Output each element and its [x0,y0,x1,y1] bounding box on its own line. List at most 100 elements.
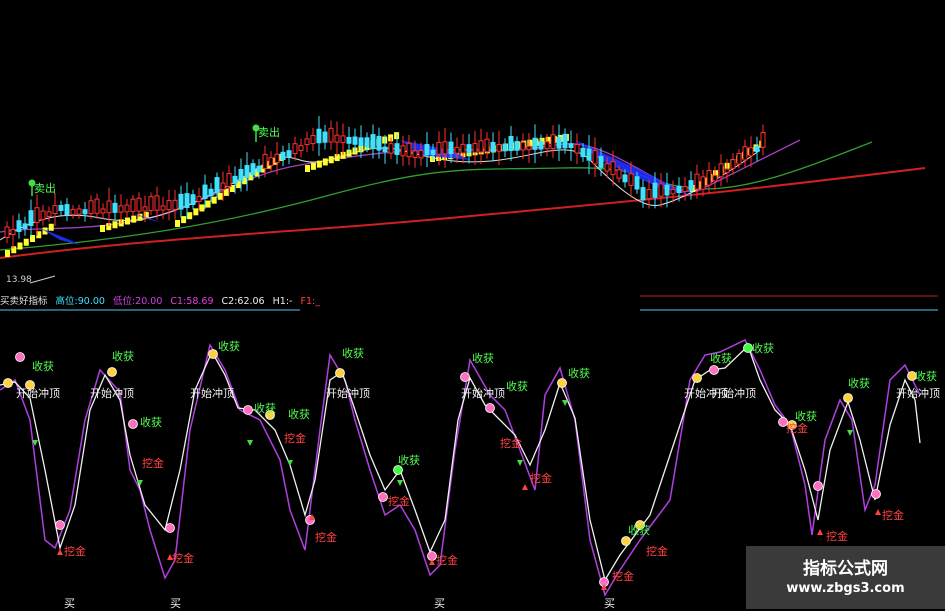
candle-body [532,137,538,150]
candle-body [490,141,496,152]
candle-body [760,131,766,148]
dig-gold-label: 挖金 [172,552,194,565]
harvest-label: 收获 [915,370,937,383]
start-top-label: 开始冲顶 [16,387,60,400]
harvest-label: 收获 [254,402,276,415]
harvest-label: 收获 [628,524,650,537]
signal-dot [692,373,702,383]
ribbon-block [125,217,130,225]
signal-dot [871,489,881,499]
ribbon-block [112,221,118,229]
watermark-url: www.zbgs3.com [786,581,905,596]
dig-gold-label: 挖金 [530,472,552,485]
candle-body [394,143,400,156]
start-top-label: 开始冲顶 [90,387,134,400]
candle-body [64,204,70,216]
candle-body [682,186,688,192]
candle-body [364,137,370,148]
candle-body [586,148,592,161]
candle-body [154,195,160,211]
start-top-label: 开始冲顶 [190,387,234,400]
signal-dot [843,393,853,403]
low-price-label: 13.98 [6,275,32,285]
candle-body [544,141,550,150]
dig-gold-label: 挖金 [500,437,522,450]
signal-dot [813,481,823,491]
sell-label-2: 卖出 [258,126,280,139]
candle-body [346,136,352,144]
candle-body [676,185,682,194]
signal-dot [243,405,253,415]
harvest-label: 收获 [288,408,310,421]
ribbon-block [17,242,23,250]
harvest-label: 收获 [32,360,54,373]
candle-body [622,174,628,183]
candle-body [748,147,754,157]
candle-body [370,134,376,149]
candle-body [160,205,166,211]
candle-body [604,163,610,172]
candle-body [322,131,328,143]
candle-body [520,141,526,151]
ribbon-block [11,246,17,254]
candle-body [634,176,640,190]
signal-dot [709,365,719,375]
candle-body [298,145,304,151]
ribbon-block [328,156,334,164]
candle-body [664,184,670,196]
candle-body [568,143,574,149]
signal-dot [485,403,495,413]
candle-body [448,141,454,155]
signal-dot [107,367,117,377]
candle-body [514,141,520,151]
indicator-name[interactable]: 买卖好指标 [0,296,48,307]
candle-body [202,184,208,200]
candle-body [124,204,130,213]
dig-gold-label: 挖金 [786,422,808,435]
candle-body [328,127,334,143]
candle-body [706,169,712,186]
candle-body [250,163,256,175]
ribbon-block [48,223,54,231]
candle-body [496,144,502,152]
candle-body [712,175,718,182]
candle-body [130,198,136,212]
candle-body [208,188,214,196]
ribbon-block [100,225,105,232]
candle-body [388,143,394,154]
candle-body [136,197,142,212]
dig-gold-label: 挖金 [64,545,86,558]
ribbon-blue-area [40,228,80,245]
indicator-high: 高位:90.00 [55,296,105,307]
up-arrow-icon [875,509,881,515]
candle-body [280,151,286,161]
ribbon-block [181,216,187,224]
low-price-arrow [29,275,56,284]
candle-body [412,150,418,158]
down-arrow-icon [517,460,523,466]
candle-body [166,200,172,211]
harvest-label: 收获 [472,352,494,365]
ribbon-block [527,139,533,147]
candle-body [724,168,730,174]
indicator-c2: C2:62.06 [221,296,265,307]
candle-body [640,187,646,201]
candle-body [742,146,748,161]
signal-dot [378,492,388,502]
candle-body [658,183,664,197]
signal-dot [208,349,218,359]
candle-body [184,193,190,208]
candle-body [616,169,622,179]
candle-body [310,134,316,145]
ribbon-block [217,192,223,200]
candle-body [10,228,16,235]
down-arrow-icon [847,430,853,436]
harvest-label: 收获 [398,454,420,467]
candle-body [76,208,82,215]
candle-body [226,172,232,187]
candle-body [562,133,568,149]
harvest-label: 收获 [710,352,732,365]
indicator-low: 低位:20.00 [112,296,163,307]
candle-body [40,210,46,221]
candle-body [484,138,490,153]
